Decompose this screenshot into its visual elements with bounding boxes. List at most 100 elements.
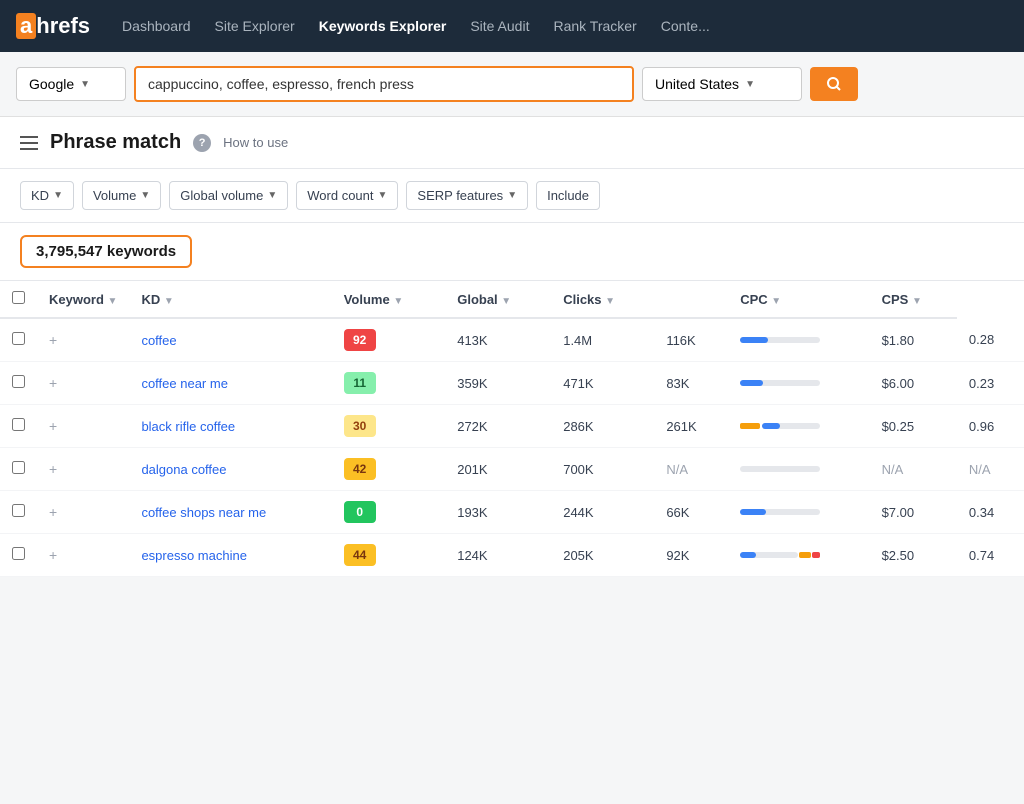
row-volume: 413K [445,318,551,362]
cps-sort-icon: ▼ [912,296,922,307]
row-global: 700K [551,448,654,491]
nav-item-keywords-explorer[interactable]: Keywords Explorer [319,14,447,38]
row-cpc: $6.00 [870,362,957,405]
row-cps: 0.96 [957,405,1024,448]
col-header-global[interactable]: Global ▼ [445,281,551,318]
row-cpc: $7.00 [870,491,957,534]
row-cpc: N/A [870,448,957,491]
keyword-sort-icon: ▼ [108,296,118,307]
row-keyword[interactable]: coffee shops near me [129,491,331,534]
nav-item-site-explorer[interactable]: Site Explorer [215,14,295,38]
word-count-chevron-icon: ▼ [378,190,388,201]
row-bar [728,448,869,491]
row-cps: N/A [957,448,1024,491]
filters-bar: KD ▼ Volume ▼ Global volume ▼ Word count… [0,169,1024,223]
row-cps: 0.74 [957,534,1024,577]
row-add-btn[interactable]: + [37,405,129,448]
nav-item-site-audit[interactable]: Site Audit [470,14,529,38]
row-checkbox[interactable] [12,332,25,345]
filter-include[interactable]: Include [536,181,600,210]
row-add-btn[interactable]: + [37,491,129,534]
row-clicks: 116K [654,318,728,362]
filter-global-volume[interactable]: Global volume ▼ [169,181,288,210]
nav-item-conte[interactable]: Conte... [661,14,710,38]
row-global: 1.4M [551,318,654,362]
row-clicks: 92K [654,534,728,577]
row-global: 205K [551,534,654,577]
row-checkbox-cell [0,318,37,362]
help-icon[interactable]: ? [193,134,211,152]
row-global: 471K [551,362,654,405]
search-icon [826,76,842,92]
row-volume: 272K [445,405,551,448]
col-header-cpc[interactable]: CPC ▼ [728,281,869,318]
row-keyword[interactable]: espresso machine [129,534,331,577]
row-add-btn[interactable]: + [37,362,129,405]
table-row: +black rifle coffee30272K286K261K $0.250… [0,405,1024,448]
col-header-bar [654,281,728,318]
col-header-volume[interactable]: Volume ▼ [332,281,446,318]
serp-features-chevron-icon: ▼ [507,190,517,201]
country-select[interactable]: United States ▼ [642,67,802,101]
row-checkbox-cell [0,448,37,491]
keywords-label: keywords [107,243,176,260]
row-volume: 359K [445,362,551,405]
filter-word-count[interactable]: Word count ▼ [296,181,398,210]
row-global: 286K [551,405,654,448]
search-input[interactable]: cappuccino, coffee, espresso, french pre… [134,66,634,102]
how-to-use-link[interactable]: How to use [223,135,288,150]
row-add-btn[interactable]: + [37,534,129,577]
global-volume-chevron-icon: ▼ [267,190,277,201]
filter-volume[interactable]: Volume ▼ [82,181,161,210]
row-cps: 0.28 [957,318,1024,362]
hamburger-menu[interactable] [20,136,38,150]
row-keyword[interactable]: coffee near me [129,362,331,405]
row-checkbox[interactable] [12,375,25,388]
filter-serp-features[interactable]: SERP features ▼ [406,181,528,210]
row-checkbox[interactable] [12,547,25,560]
volume-sort-icon: ▼ [393,296,403,307]
clicks-sort-icon: ▼ [605,296,615,307]
row-checkbox[interactable] [12,418,25,431]
col-header-keyword[interactable]: Keyword ▼ [37,281,129,318]
row-checkbox-cell [0,362,37,405]
kd-sort-icon: ▼ [164,296,174,307]
row-keyword[interactable]: black rifle coffee [129,405,331,448]
phrase-match-header: Phrase match ? How to use [0,117,1024,169]
row-keyword[interactable]: coffee [129,318,331,362]
row-checkbox-cell [0,405,37,448]
row-bar [728,405,869,448]
row-add-btn[interactable]: + [37,448,129,491]
logo-a: a [16,13,36,39]
col-header-cps[interactable]: CPS ▼ [870,281,957,318]
col-header-checkbox [0,281,37,318]
search-bar: Google ▼ cappuccino, coffee, espresso, f… [0,52,1024,117]
col-header-kd[interactable]: KD ▼ [129,281,331,318]
engine-chevron-icon: ▼ [80,79,113,90]
table-row: +dalgona coffee42201K700KN/AN/AN/A [0,448,1024,491]
row-volume: 201K [445,448,551,491]
country-chevron-icon: ▼ [745,79,755,90]
row-volume: 193K [445,491,551,534]
col-header-clicks[interactable]: Clicks ▼ [551,281,654,318]
engine-select[interactable]: Google ▼ [16,67,126,101]
logo-hrefs: hrefs [36,13,90,39]
row-clicks: 261K [654,405,728,448]
row-checkbox-cell [0,491,37,534]
row-clicks: 83K [654,362,728,405]
row-checkbox[interactable] [12,461,25,474]
row-add-btn[interactable]: + [37,318,129,362]
nav-item-dashboard[interactable]: Dashboard [122,14,191,38]
cpc-sort-icon: ▼ [771,296,781,307]
nav-item-rank-tracker[interactable]: Rank Tracker [553,14,636,38]
row-cpc: $1.80 [870,318,957,362]
filter-kd[interactable]: KD ▼ [20,181,74,210]
search-button[interactable] [810,67,858,101]
phrase-match-title: Phrase match [50,131,181,154]
row-kd: 92 [332,318,446,362]
row-keyword[interactable]: dalgona coffee [129,448,331,491]
row-checkbox[interactable] [12,504,25,517]
select-all-checkbox[interactable] [12,291,25,304]
logo[interactable]: ahrefs [16,13,90,39]
kd-chevron-icon: ▼ [53,190,63,201]
